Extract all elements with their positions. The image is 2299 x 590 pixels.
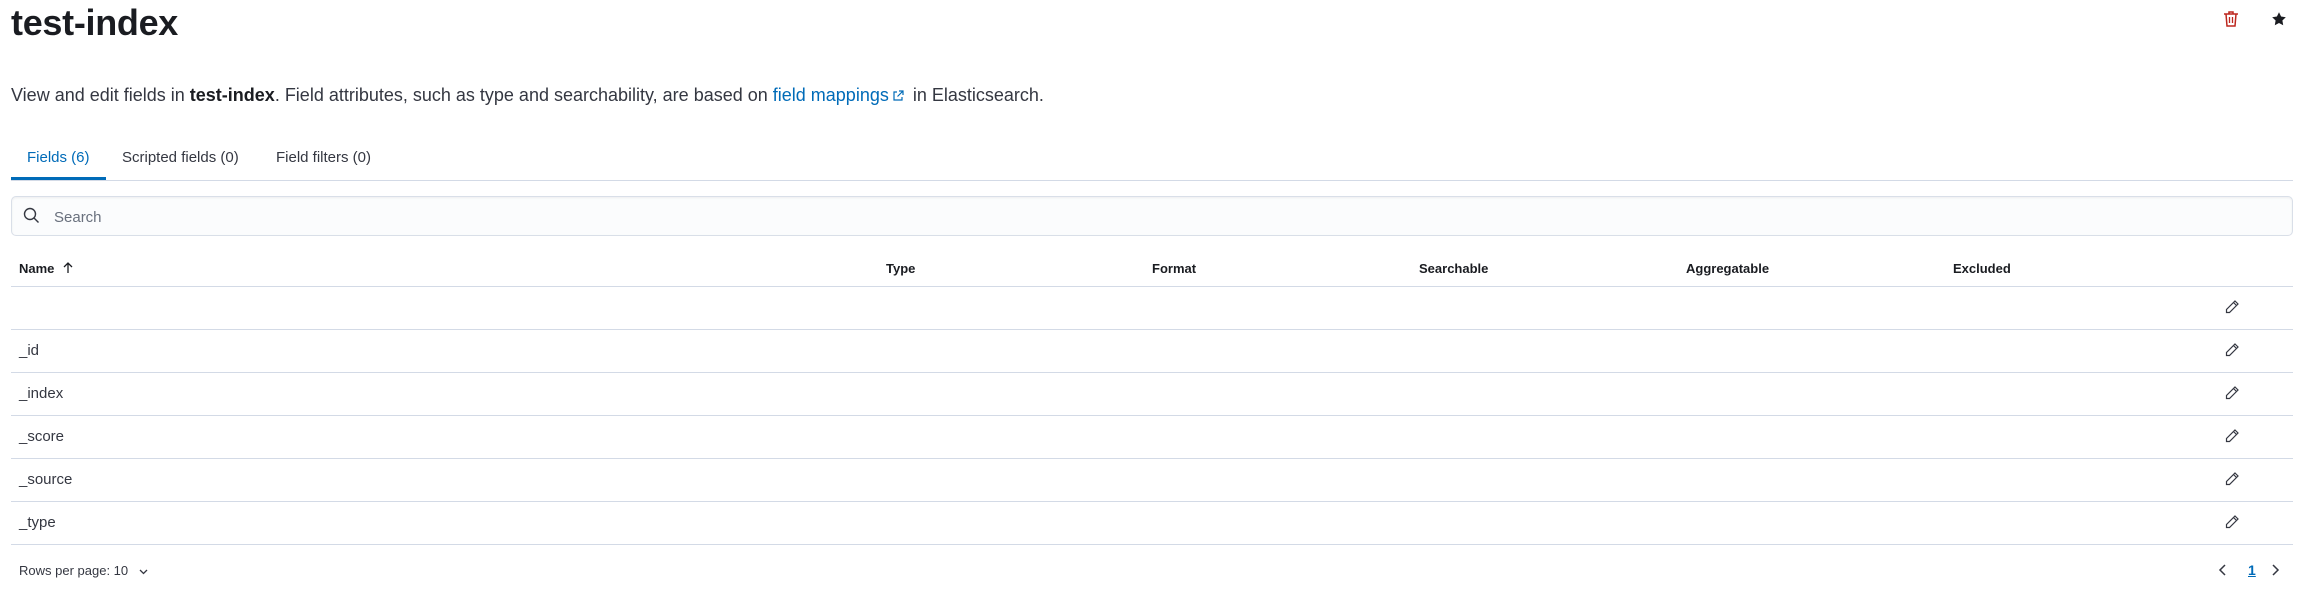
pencil-icon	[2225, 515, 2239, 529]
field-name: _index	[19, 385, 64, 402]
tab-scripted-fields[interactable]: Scripted fields (0)	[122, 138, 239, 178]
field-mappings-link[interactable]: field mappings	[773, 85, 908, 105]
edit-field-button[interactable]	[2224, 385, 2242, 403]
delete-index-button[interactable]	[2220, 8, 2242, 30]
table-row	[11, 287, 2293, 330]
next-page-button[interactable]	[2268, 562, 2282, 583]
external-link-icon	[892, 86, 904, 107]
pencil-icon	[2225, 429, 2239, 443]
search-field[interactable]	[11, 196, 2293, 237]
star-icon	[2272, 12, 2286, 26]
pagination-bar: Rows per page: 10 1	[11, 560, 2293, 584]
page-number-button[interactable]: 1	[2248, 562, 2256, 578]
field-name: _source	[19, 471, 73, 488]
table-row: _source	[11, 459, 2293, 502]
rows-per-page-label: Rows per page: 10	[19, 563, 129, 578]
tab-field-filters[interactable]: Field filters (0)	[276, 138, 371, 178]
column-header-name[interactable]: Name	[19, 261, 74, 277]
edit-field-button[interactable]	[2224, 471, 2242, 489]
column-header-format[interactable]: Format	[1152, 261, 1196, 276]
chevron-left-icon	[2218, 564, 2226, 576]
edit-field-button[interactable]	[2224, 342, 2242, 360]
tab-fields[interactable]: Fields (6)	[11, 138, 106, 180]
search-icon	[23, 207, 40, 229]
arrow-up-icon	[62, 262, 74, 277]
column-header-excluded[interactable]: Excluded	[1953, 261, 2011, 276]
table-row: _type	[11, 502, 2293, 545]
set-default-button[interactable]	[2268, 8, 2290, 30]
search-input[interactable]	[52, 197, 2256, 237]
pencil-icon	[2225, 300, 2239, 314]
field-mappings-link-label: field mappings	[772, 85, 889, 105]
edit-field-button[interactable]	[2224, 514, 2242, 532]
table-row: _score	[11, 416, 2293, 459]
table-header: Name Type Format Searchable Aggregatable…	[11, 256, 2293, 287]
description-text: View and edit fields in	[11, 85, 190, 105]
chevron-down-icon	[139, 569, 148, 575]
index-name: test-index	[189, 85, 275, 105]
field-name: _type	[19, 514, 56, 531]
page-description: View and edit fields in test-index. Fiel…	[11, 85, 1044, 107]
column-header-type[interactable]: Type	[886, 261, 915, 276]
tab-bar: Fields (6) Scripted fields (0) Field fil…	[11, 138, 2293, 181]
description-text: in Elasticsearch.	[907, 85, 1044, 105]
previous-page-button[interactable]	[2216, 562, 2230, 583]
edit-field-button[interactable]	[2224, 299, 2242, 317]
column-header-searchable[interactable]: Searchable	[1419, 261, 1488, 276]
trash-icon	[2224, 11, 2238, 27]
page-title: test-index	[11, 2, 179, 43]
rows-per-page-button[interactable]: Rows per page: 10	[19, 563, 149, 578]
field-name: _id	[19, 342, 40, 359]
column-header-aggregatable[interactable]: Aggregatable	[1686, 261, 1769, 276]
description-text: . Field attributes, such as type and sea…	[274, 85, 773, 105]
pencil-icon	[2225, 343, 2239, 357]
table-row: _id	[11, 330, 2293, 373]
chevron-right-icon	[2272, 564, 2280, 576]
pencil-icon	[2225, 386, 2239, 400]
field-name: _score	[19, 428, 65, 445]
edit-field-button[interactable]	[2224, 428, 2242, 446]
table-row: _index	[11, 373, 2293, 416]
column-name-label: Name	[19, 261, 55, 276]
pencil-icon	[2225, 472, 2239, 486]
